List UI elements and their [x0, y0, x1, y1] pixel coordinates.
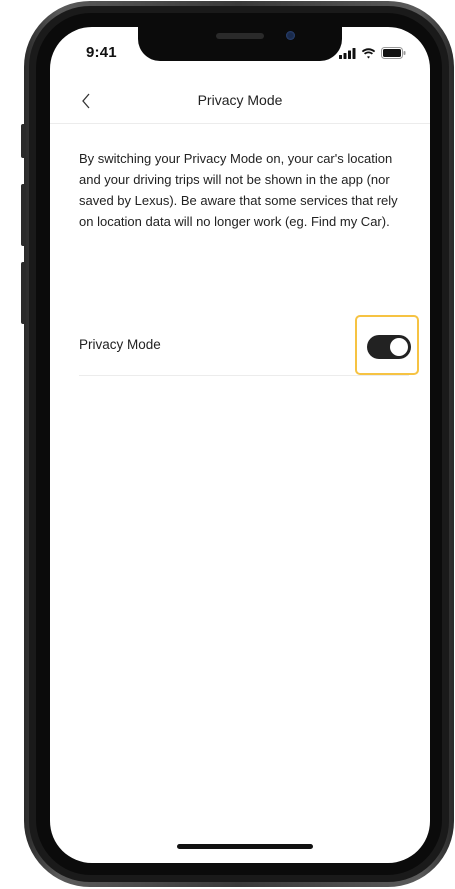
silent-switch — [21, 124, 26, 158]
home-indicator[interactable] — [177, 844, 313, 849]
battery-icon — [381, 47, 406, 59]
notch — [138, 27, 342, 61]
toggle-knob — [390, 338, 408, 356]
volume-down-button — [21, 262, 26, 324]
status-time: 9:41 — [86, 44, 117, 61]
privacy-mode-setting-row: Privacy Mode — [79, 315, 419, 376]
privacy-description: By switching your Privacy Mode on, your … — [79, 151, 398, 229]
privacy-mode-toggle[interactable] — [367, 335, 411, 359]
stage: 9:41 Privacy Mode By switching your Priv… — [0, 0, 455, 889]
page-title: Privacy Mode — [197, 92, 283, 108]
volume-up-button — [21, 184, 26, 246]
phone-screen: 9:41 Privacy Mode By switching your Priv… — [50, 27, 430, 863]
status-icons — [339, 47, 406, 59]
front-camera — [286, 31, 295, 40]
privacy-mode-label: Privacy Mode — [79, 337, 161, 352]
speaker-grille — [216, 33, 264, 39]
cellular-signal-icon — [339, 47, 356, 59]
navigation-bar: Privacy Mode — [50, 87, 430, 124]
wifi-icon — [361, 47, 376, 58]
